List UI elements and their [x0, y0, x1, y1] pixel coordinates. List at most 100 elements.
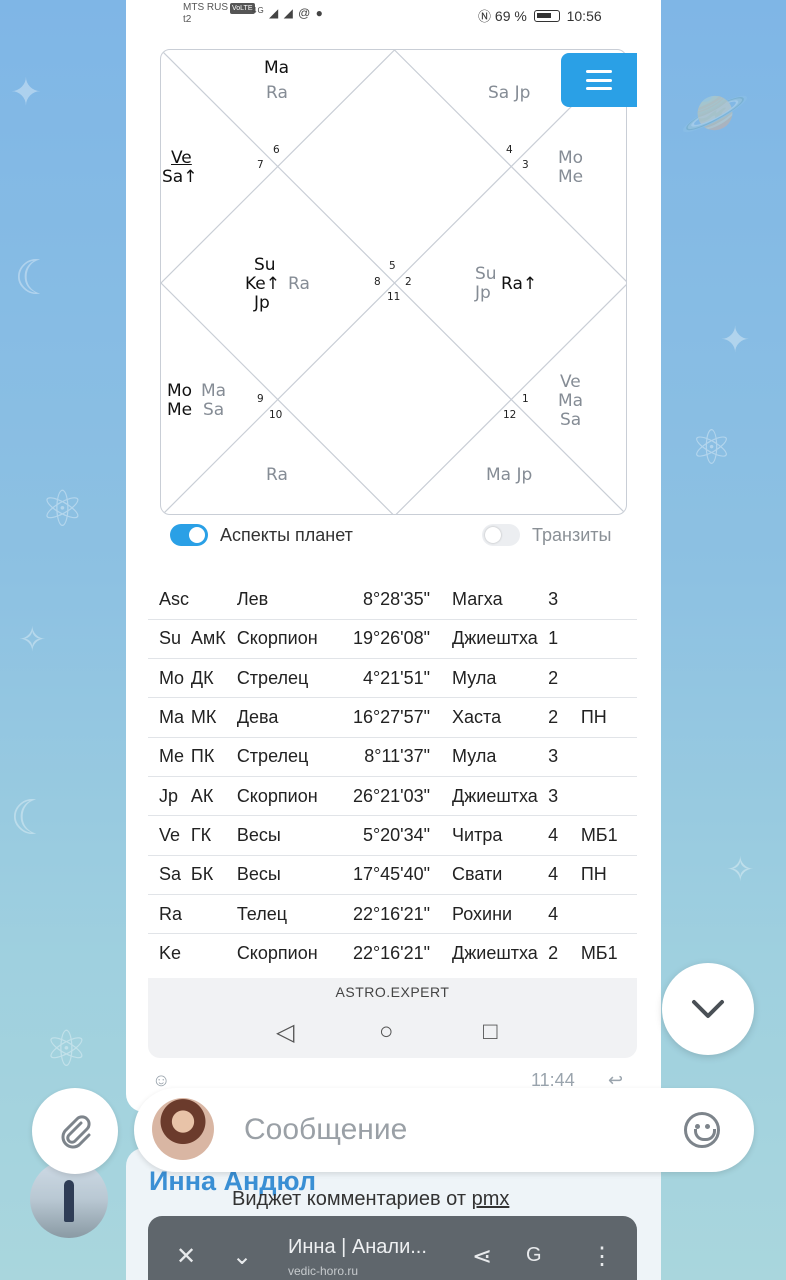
table-cell: 17°45'40": [338, 855, 445, 895]
background-doodle-atom-icon: ⚛: [40, 480, 85, 538]
recents-nav-icon[interactable]: □: [483, 1018, 498, 1046]
aspects-switch[interactable]: [170, 524, 208, 546]
transits-toggle[interactable]: Транзиты: [482, 522, 611, 548]
house-number: 8: [374, 276, 381, 288]
house-number: 7: [257, 159, 264, 171]
table-cell: БК: [190, 855, 237, 895]
house-number: 11: [387, 291, 401, 303]
table-cell: Su: [148, 619, 191, 660]
share-icon[interactable]: ⋖: [472, 1242, 492, 1271]
planet-label: Jp: [254, 293, 270, 313]
table-cell: Рохини: [444, 894, 549, 935]
table-cell: 2: [548, 658, 581, 699]
table-cell: 3: [548, 776, 581, 817]
table-cell: ПН: [580, 855, 637, 895]
comments-widget-bar: ✕ ⌄ Инна | Анали... vedic-horo.ru ⋖ G ⋮: [148, 1216, 637, 1280]
scroll-down-button[interactable]: [662, 963, 754, 1055]
table-cell: Хаста: [444, 697, 549, 738]
widget-link[interactable]: pmx: [472, 1188, 510, 1210]
aspects-label: Аспекты планет: [220, 524, 353, 545]
back-nav-icon[interactable]: ◁: [276, 1018, 294, 1047]
planet-label: Sa↑: [162, 167, 198, 187]
table-cell: Скорпион: [236, 943, 318, 964]
widget-title: Инна | Анали...: [288, 1236, 427, 1258]
transits-switch[interactable]: [482, 524, 520, 546]
battery-and-time: Ⓝ 69 % 10:56: [478, 8, 602, 24]
table-cell: [190, 894, 237, 935]
natal-chart: 5 2 11 8 4 3 6 7 9 10 12 1 Ma Ra Sa Jp V…: [160, 49, 627, 515]
house-number: 1: [522, 393, 529, 405]
table-row: Jp АК Скорпион 26°21'03" Джиештха 3: [148, 776, 637, 817]
table-cell: 19°26'08": [338, 619, 445, 660]
planet-label: Ma: [201, 381, 227, 401]
table-cell: Ve: [148, 815, 191, 856]
table-cell: АмК: [190, 619, 237, 660]
table-cell: Читра: [444, 815, 549, 856]
house-number: 12: [503, 409, 517, 421]
table-cell: [580, 894, 637, 935]
table-cell: Свати: [444, 855, 549, 895]
table-cell: Стрелец: [236, 658, 339, 699]
planet-label: Ve: [171, 148, 192, 168]
planet-label: Ra: [266, 83, 288, 103]
table-cell: 4°21'51": [338, 658, 445, 699]
house-number: 6: [273, 144, 280, 156]
table-cell: 8°28'35": [338, 580, 445, 620]
table-row: Ve ГК Весы 5°20'34" Читра 4 МБ1: [148, 815, 637, 856]
house-number: 5: [389, 260, 396, 272]
emoji-icon[interactable]: [684, 1112, 720, 1148]
planet-label: Mo: [167, 381, 193, 401]
signal-icons: 4G ◢ ◢ @ ●: [252, 6, 324, 20]
table-cell: Джиештха: [444, 619, 549, 660]
planet-label: Ma Jp: [486, 465, 533, 485]
background-doodle-moon-icon: ☾: [14, 250, 58, 306]
close-icon[interactable]: ✕: [176, 1242, 196, 1271]
table-cell: Дева: [236, 697, 339, 738]
house-number: 2: [405, 276, 412, 288]
more-icon[interactable]: ⋮: [590, 1242, 614, 1271]
aspects-toggle[interactable]: Аспекты планет: [170, 522, 353, 548]
planet-label: Ke↑: [245, 274, 281, 294]
chart-grid-lines: [161, 50, 626, 514]
planet-label: Sa: [560, 410, 582, 430]
paperclip-icon: [61, 1115, 91, 1149]
table-cell: [580, 776, 637, 817]
table-row: Ke Скорпион 22°16'21" Джиештха 2 МБ1: [148, 934, 637, 973]
message-composer[interactable]: Сообщение: [134, 1088, 754, 1172]
house-number: 9: [257, 393, 264, 405]
table-cell: 1: [548, 619, 581, 660]
background-doodle-star-icon: ✧: [726, 850, 755, 890]
background-doodle-atom-icon: ⚛: [690, 420, 734, 476]
table-cell: 16°27'57": [338, 697, 445, 738]
table-cell: Скорпион: [236, 776, 339, 817]
background-doodle-atom-icon: ⚛: [44, 1020, 89, 1078]
hamburger-icon: [586, 70, 612, 90]
table-row: Mo ДК Стрелец 4°21'51" Мула 2: [148, 658, 637, 699]
house-number: 3: [522, 159, 529, 171]
table-cell: 26°21'03": [338, 776, 445, 817]
widget-caption: Виджет комментариев от pmx: [232, 1188, 510, 1210]
chevron-down-icon: [692, 1000, 724, 1018]
table-cell: Ke: [159, 943, 182, 964]
planet-label: Me: [167, 400, 193, 420]
message-input[interactable]: Сообщение: [244, 1113, 407, 1147]
nfc-icon: Ⓝ: [478, 9, 492, 24]
chevron-down-icon[interactable]: ⌄: [232, 1242, 252, 1271]
background-doodle-star-icon: ✦: [720, 320, 751, 361]
table-cell: 5°20'34": [338, 815, 445, 856]
planet-label: Sa: [203, 400, 225, 420]
table-cell: [190, 580, 237, 620]
table-cell: ПК: [190, 737, 237, 777]
home-nav-icon[interactable]: ○: [379, 1018, 394, 1046]
house-number: 10: [269, 409, 283, 421]
translate-icon[interactable]: G: [526, 1244, 542, 1267]
table-row: Asc Лев 8°28'35" Магха 3: [148, 580, 637, 620]
table-row: Su АмК Скорпион 19°26'08" Джиештха 1: [148, 619, 637, 660]
planet-label: Ra↑: [501, 274, 538, 294]
send-as-avatar[interactable]: [152, 1098, 214, 1160]
attach-button[interactable]: [32, 1088, 118, 1174]
table-cell: Стрелец: [236, 737, 339, 777]
menu-button[interactable]: [561, 53, 637, 107]
message-card: MTS RUS VoLTE t2 4G ◢ ◢ @ ● Ⓝ 69 % 10:56 …: [126, 0, 661, 1112]
table-cell: МБ1: [580, 815, 637, 856]
